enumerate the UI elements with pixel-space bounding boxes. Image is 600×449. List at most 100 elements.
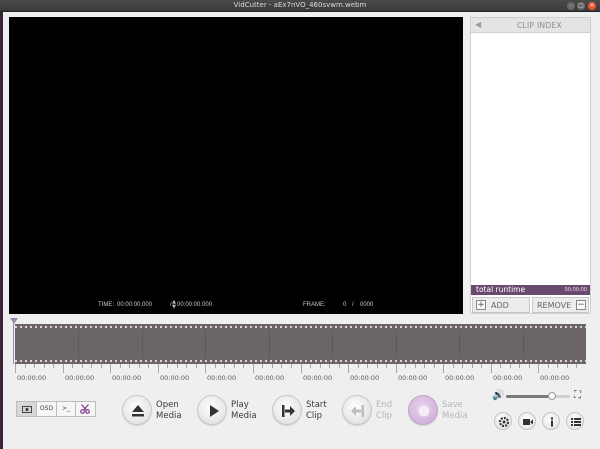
time-label: TIME:: [98, 302, 114, 308]
timeline-minor-tick: [34, 364, 35, 368]
runtime-label: total runtime: [476, 285, 526, 294]
maximize-button[interactable]: □: [577, 2, 585, 10]
timeline-minor-tick: [44, 364, 45, 368]
timeline-label: 00:00:00: [255, 374, 285, 382]
volume-icon[interactable]: 🔊: [492, 390, 504, 401]
timeline-major-tick: [538, 364, 539, 373]
remove-clip-label: REMOVE: [537, 301, 572, 310]
timeline-minor-tick: [215, 364, 216, 368]
window-title: VidCutter - aEx7nVO_460svwm.webm: [233, 1, 367, 9]
play-media-button[interactable]: Play Media: [197, 394, 267, 428]
volume-fill: [506, 395, 552, 398]
save-icon: [418, 405, 430, 417]
timeline-minor-tick: [519, 364, 520, 368]
fullscreen-icon[interactable]: ⛶: [574, 390, 581, 401]
mode-toggle-group: OSD >_: [16, 401, 96, 417]
frame-total: 0000: [360, 302, 374, 308]
frame-current: 0: [343, 302, 347, 308]
close-button[interactable]: ×: [588, 2, 596, 10]
start-clip-button[interactable]: Start Clip: [272, 394, 342, 428]
open-media-label-2: Media: [156, 411, 182, 421]
filmstrip-frame-divider: [459, 330, 460, 358]
timeline-minor-tick: [177, 364, 178, 368]
console-mode-button[interactable]: >_: [57, 402, 76, 416]
end-clip-icon-wrap: [342, 395, 372, 425]
save-media-label-2: Media: [442, 411, 468, 421]
save-media-button[interactable]: Save Media: [408, 394, 470, 428]
timeline-minor-tick: [148, 364, 149, 368]
menu-button[interactable]: [566, 412, 584, 430]
clip-index-panel: ◀ CLIP INDEX total runtime 00:00:00 + AD…: [470, 17, 591, 314]
end-clip-button[interactable]: End Clip: [342, 394, 402, 428]
filmstrip-frame-divider: [142, 330, 143, 358]
timeline-minor-tick: [272, 364, 273, 368]
minus-icon: −: [576, 300, 586, 310]
volume-slider[interactable]: [506, 392, 570, 400]
timeline-minor-tick: [139, 364, 140, 368]
timeline-minor-tick: [120, 364, 121, 368]
timeline-label: 00:00:00: [493, 374, 523, 382]
timeline-minor-tick: [462, 364, 463, 368]
end-clip-label-1: End: [376, 400, 393, 410]
about-button[interactable]: [542, 412, 560, 430]
timeline-major-tick: [491, 364, 492, 373]
minimize-button[interactable]: –: [567, 2, 575, 10]
filmstrip-frame-divider: [269, 330, 270, 358]
timeline-minor-tick: [329, 364, 330, 368]
timeline-minor-tick: [91, 364, 92, 368]
clip-list[interactable]: [471, 34, 590, 284]
scissors-icon: [80, 404, 90, 414]
time-current: 00:00:00.000: [117, 302, 153, 308]
filmstrip-frame-divider: [523, 330, 524, 358]
play-media-label-2: Media: [231, 411, 257, 421]
filmstrip-frame-divider: [332, 330, 333, 358]
video-player[interactable]: TIME: 00:00:00.000 ▲ ▼ / 00:00:00.000 FR…: [9, 17, 463, 314]
title-bar: VidCutter - aEx7nVO_460svwm.webm – □ ×: [0, 0, 600, 12]
media-info-button[interactable]: [518, 412, 536, 430]
video-camera-icon: [523, 419, 533, 425]
osd-mode-button[interactable]: OSD: [37, 402, 57, 416]
timeline-label: 00:00:00: [17, 374, 47, 382]
timeline-minor-tick: [196, 364, 197, 368]
settings-button[interactable]: [494, 412, 512, 430]
timeline-label: 00:00:00: [445, 374, 475, 382]
timeline-label: 00:00:00: [398, 374, 428, 382]
gear-icon: [498, 416, 510, 428]
timeline-minor-tick: [405, 364, 406, 368]
screenshot-mode-button[interactable]: [17, 402, 37, 416]
timeline-minor-tick: [291, 364, 292, 368]
timeline-minor-tick: [82, 364, 83, 368]
runtime-bar: total runtime 00:00:00: [471, 285, 590, 295]
timeline-minor-tick: [339, 364, 340, 368]
timeline-label: 00:00:00: [112, 374, 142, 382]
timeline-label: 00:00:00: [303, 374, 333, 382]
start-clip-icon: [282, 405, 295, 417]
save-media-label-1: Save: [442, 400, 463, 410]
open-media-button[interactable]: Open Media: [122, 394, 192, 428]
remove-clip-button[interactable]: REMOVE −: [532, 297, 589, 313]
volume-knob[interactable]: [548, 392, 556, 400]
clip-index-header: ◀ CLIP INDEX: [471, 18, 590, 33]
play-media-icon-wrap: [197, 395, 227, 425]
timeline-label: 00:00:00: [350, 374, 380, 382]
triangle-left-icon[interactable]: ◀: [475, 20, 481, 29]
timeline-minor-tick: [500, 364, 501, 368]
timeline-label: 00:00:00: [540, 374, 570, 382]
end-clip-label-2: Clip: [376, 411, 393, 421]
timeline-filmstrip[interactable]: [15, 324, 586, 364]
timeline-minor-tick: [529, 364, 530, 368]
runtime-value: 00:00:00: [564, 287, 587, 293]
open-media-label-1: Open: [156, 400, 179, 410]
desktop-edge: [0, 12, 3, 449]
timeline-minor-tick: [243, 364, 244, 368]
clip-actions: + ADD REMOVE −: [471, 297, 590, 313]
add-clip-button[interactable]: + ADD: [472, 297, 530, 313]
clip-index-title: CLIP INDEX: [516, 21, 562, 30]
start-clip-label-2: Clip: [306, 411, 323, 421]
timeline-minor-tick: [472, 364, 473, 368]
eject-icon: [132, 405, 144, 417]
timeline-minor-tick: [72, 364, 73, 368]
time-separator: /: [170, 302, 172, 308]
smartcut-mode-button[interactable]: [76, 402, 95, 416]
timeline-major-tick: [253, 364, 254, 373]
